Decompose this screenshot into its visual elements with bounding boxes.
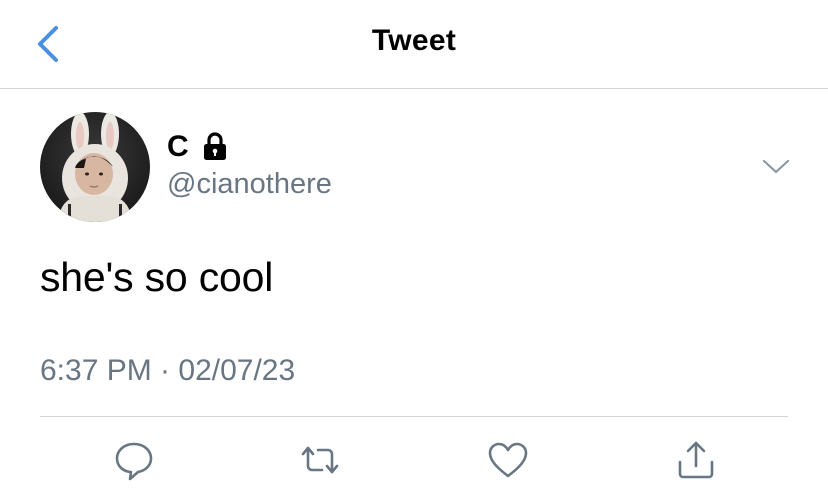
- tweet-menu-button[interactable]: [758, 150, 794, 182]
- lock-icon: [201, 132, 229, 162]
- retweet-button[interactable]: [298, 438, 342, 482]
- tweet-timestamp[interactable]: 6:37 PM · 02/07/23: [40, 354, 295, 388]
- reply-button[interactable]: [112, 438, 156, 482]
- retweet-icon: [301, 446, 339, 474]
- heart-icon: [488, 442, 528, 478]
- tweet-detail-screen: Tweet C @cianothere she's so cool 6:37 P…: [0, 0, 828, 502]
- divider: [40, 416, 788, 417]
- reply-icon: [115, 442, 153, 481]
- author-display-name[interactable]: C: [167, 130, 189, 164]
- author-handle[interactable]: @cianothere: [167, 168, 332, 201]
- top-bar: Tweet: [0, 0, 828, 89]
- avatar[interactable]: [40, 112, 150, 222]
- avatar-image: [40, 112, 150, 222]
- share-button[interactable]: [674, 438, 718, 482]
- page-title: Tweet: [371, 24, 457, 57]
- like-button[interactable]: [486, 438, 530, 482]
- chevron-down-icon: [762, 159, 790, 174]
- tweet-text: she's so cool: [40, 254, 274, 300]
- author-name-row: C: [167, 128, 229, 166]
- share-icon: [678, 441, 714, 479]
